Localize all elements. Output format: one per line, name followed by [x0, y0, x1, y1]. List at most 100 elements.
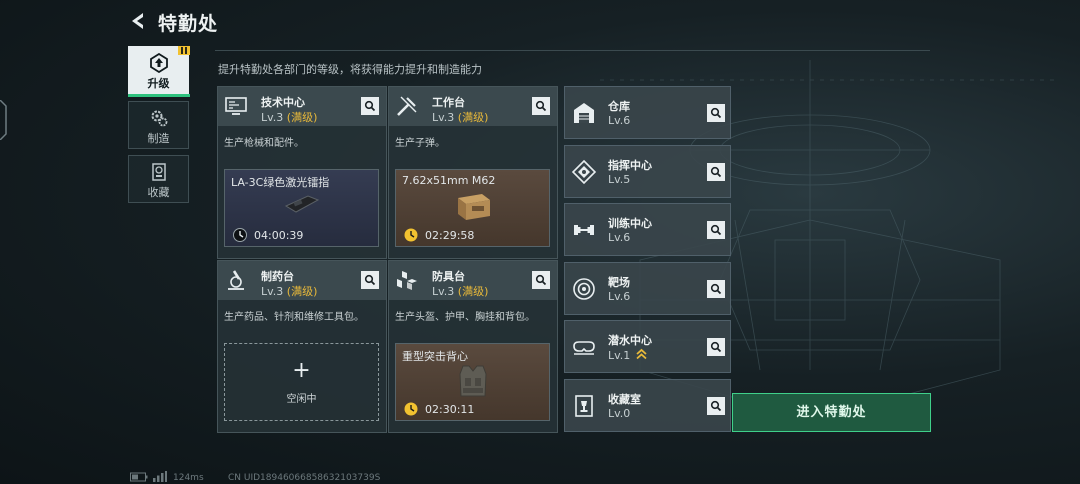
- search-icon: [710, 400, 722, 412]
- signal-icon: [153, 471, 167, 482]
- crafting-slot[interactable]: LA-3C绿色激光镭指 04:00:39: [224, 169, 379, 247]
- inspect-button[interactable]: [707, 280, 725, 298]
- workshop-name: 技术中心: [261, 96, 305, 109]
- search-icon: [364, 100, 376, 112]
- back-arrow-icon[interactable]: [128, 10, 150, 32]
- inspect-button[interactable]: [707, 397, 725, 415]
- workshop-name: 工作台: [432, 96, 465, 109]
- inspect-button[interactable]: [707, 221, 725, 239]
- facility-command-center[interactable]: 指挥中心 Lv.5: [564, 145, 731, 198]
- facility-name: 靶场: [608, 276, 630, 289]
- inspect-button[interactable]: [532, 271, 550, 289]
- inspect-button[interactable]: [532, 97, 550, 115]
- add-icon: +: [292, 358, 311, 383]
- search-icon: [710, 166, 722, 178]
- facility-level: Lv.1: [608, 348, 647, 362]
- card-header: 制药台 Lv.3 (满级): [218, 261, 386, 300]
- tab-collection[interactable]: 收藏: [128, 155, 189, 203]
- workshop-card-workbench[interactable]: 工作台 Lv.3 (满级) 生产子弹。 7.62x51mm M62 02:29:…: [388, 86, 558, 259]
- facility-level: Lv.6: [608, 290, 631, 303]
- search-icon: [710, 341, 722, 353]
- inspect-button[interactable]: [361, 97, 379, 115]
- max-level-tag: (满级): [286, 111, 318, 124]
- facility-level: Lv.5: [608, 173, 631, 186]
- command-icon: [571, 159, 597, 185]
- timer-icon: [233, 228, 247, 242]
- workshop-card-pharmacy[interactable]: 制药台 Lv.3 (满级) 生产药品、针剂和维修工具包。 + 空闲中: [217, 260, 387, 433]
- vest-item-image: [458, 365, 487, 397]
- inspect-button[interactable]: [707, 338, 725, 356]
- idle-label: 空闲中: [286, 394, 317, 405]
- workshop-name: 防具台: [432, 270, 465, 283]
- card-header: 工作台 Lv.3 (满级): [389, 87, 557, 126]
- armor-crate-icon: [397, 271, 417, 290]
- search-icon: [535, 274, 547, 286]
- enter-special-ops-button[interactable]: 进入特勤处: [732, 393, 931, 432]
- page-title: 特勤处: [158, 13, 219, 35]
- tab-collection-label: 收藏: [147, 186, 170, 199]
- tab-craft[interactable]: 制造: [128, 101, 189, 149]
- upgrade-icon: [149, 53, 168, 73]
- ammo-crate-item-image: [457, 194, 490, 220]
- tools-icon: [397, 96, 417, 116]
- edge-notch: [0, 100, 7, 140]
- facility-diving-center[interactable]: 潜水中心 Lv.1: [564, 320, 731, 373]
- microscope-icon: [228, 270, 244, 290]
- facility-level: Lv.6: [608, 231, 631, 244]
- upgrade-available-icon: [636, 348, 647, 360]
- warehouse-icon: [574, 103, 594, 123]
- workshop-level: Lv.3 (满级): [432, 285, 489, 298]
- search-icon: [710, 224, 722, 236]
- max-level-tag: (满级): [457, 111, 489, 124]
- computer-icon: [225, 97, 247, 115]
- dumbbell-icon: [574, 225, 594, 235]
- crafting-slot[interactable]: 7.62x51mm M62 02:29:58: [395, 169, 550, 247]
- tab-active-indicator: [128, 94, 190, 97]
- max-level-tag: (满级): [286, 285, 318, 298]
- trophy-room-icon: [575, 395, 593, 417]
- facility-training-center[interactable]: 训练中心 Lv.6: [564, 203, 731, 256]
- laser-sight-item-image: [284, 195, 319, 213]
- workshop-level: Lv.3 (满级): [261, 285, 318, 298]
- inspect-button[interactable]: [707, 104, 725, 122]
- timer-icon: [404, 402, 418, 416]
- facility-level: Lv.6: [608, 114, 631, 127]
- crafting-slot[interactable]: 重型突击背心 02:30:11: [395, 343, 550, 421]
- workshop-description: 生产头盔、护甲、胸挂和背包。: [395, 312, 535, 323]
- facility-level: Lv.0: [608, 407, 631, 420]
- crafting-timer: 04:00:39: [254, 229, 304, 242]
- facility-warehouse[interactable]: 仓库 Lv.6: [564, 86, 731, 139]
- pause-badge-icon: [178, 46, 190, 55]
- header-divider: [215, 50, 930, 51]
- target-icon: [573, 278, 595, 300]
- workshop-card-armor-bench[interactable]: 防具台 Lv.3 (满级) 生产头盔、护甲、胸挂和背包。 重型突击背心 02:3…: [388, 260, 558, 433]
- workshop-description: 生产枪械和配件。: [224, 138, 304, 149]
- max-level-tag: (满级): [457, 285, 489, 298]
- tab-upgrade-label: 升级: [147, 77, 170, 90]
- tab-craft-label: 制造: [147, 132, 170, 145]
- facility-name: 仓库: [608, 100, 630, 113]
- workshop-card-tech-center[interactable]: 技术中心 Lv.3 (满级) 生产枪械和配件。 LA-3C绿色激光镭指 04:0…: [217, 86, 387, 259]
- empty-crafting-slot[interactable]: + 空闲中: [224, 343, 379, 421]
- workshop-description: 生产药品、针剂和维修工具包。: [224, 312, 364, 323]
- gears-icon: [151, 110, 167, 127]
- workshop-level: Lv.3 (满级): [432, 111, 489, 124]
- facility-shooting-range[interactable]: 靶场 Lv.6: [564, 262, 731, 315]
- diving-mask-icon: [573, 341, 595, 355]
- search-icon: [364, 274, 376, 286]
- battery-icon: [130, 472, 148, 482]
- workshop-description: 生产子弹。: [395, 138, 445, 149]
- facility-name: 收藏室: [608, 393, 641, 406]
- facility-name: 训练中心: [608, 217, 652, 230]
- card-header: 技术中心 Lv.3 (满级): [218, 87, 386, 126]
- timer-icon: [404, 228, 418, 242]
- facility-collection-room[interactable]: 收藏室 Lv.0: [564, 379, 731, 432]
- search-icon: [710, 107, 722, 119]
- inspect-button[interactable]: [707, 163, 725, 181]
- ping-readout: 124ms: [173, 473, 204, 483]
- workshop-level: Lv.3 (满级): [261, 111, 318, 124]
- crafting-timer: 02:29:58: [425, 229, 475, 242]
- inspect-button[interactable]: [361, 271, 379, 289]
- player-uid: CN UID18946066858632103739S: [228, 473, 381, 483]
- search-icon: [535, 100, 547, 112]
